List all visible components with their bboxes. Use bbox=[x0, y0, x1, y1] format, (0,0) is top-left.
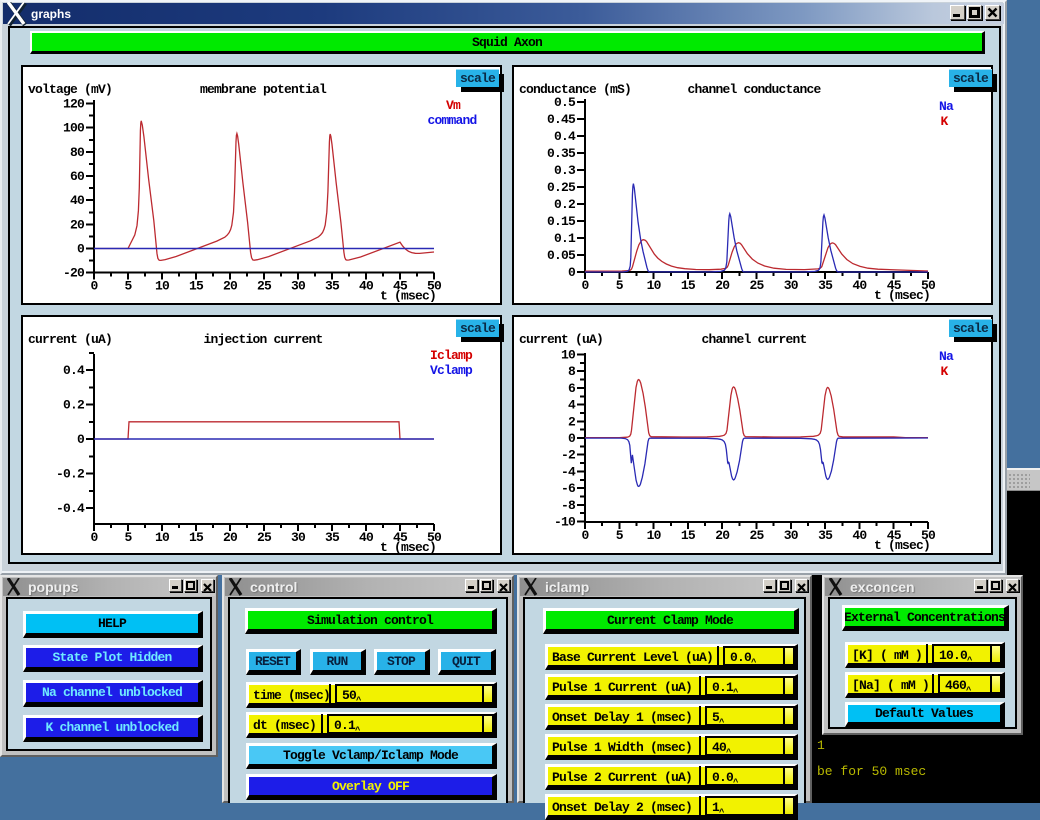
svg-text:10: 10 bbox=[561, 348, 576, 363]
svg-text:35: 35 bbox=[325, 530, 340, 545]
svg-text:0.05: 0.05 bbox=[547, 248, 576, 263]
svg-text:15: 15 bbox=[681, 528, 696, 543]
svg-text:60: 60 bbox=[70, 169, 85, 184]
svg-text:40: 40 bbox=[359, 530, 374, 545]
svg-text:10: 10 bbox=[155, 530, 170, 545]
svg-text:40: 40 bbox=[852, 278, 867, 293]
svg-text:t (msec): t (msec) bbox=[874, 538, 930, 553]
svg-text:command: command bbox=[427, 113, 476, 128]
svg-text:4: 4 bbox=[568, 398, 576, 413]
svg-text:0: 0 bbox=[568, 265, 576, 280]
svg-text:15: 15 bbox=[189, 279, 204, 294]
svg-text:Iclamp: Iclamp bbox=[430, 348, 473, 363]
svg-text:5: 5 bbox=[616, 528, 624, 543]
svg-text:Na: Na bbox=[939, 99, 954, 114]
svg-text:Vclamp: Vclamp bbox=[430, 363, 473, 378]
svg-text:35: 35 bbox=[818, 528, 833, 543]
svg-text:80: 80 bbox=[70, 145, 85, 160]
svg-text:6: 6 bbox=[568, 381, 576, 396]
svg-text:20: 20 bbox=[223, 530, 238, 545]
svg-text:t (msec): t (msec) bbox=[874, 288, 930, 303]
svg-text:-10: -10 bbox=[554, 515, 576, 530]
svg-text:0.25: 0.25 bbox=[547, 180, 576, 195]
svg-text:30: 30 bbox=[784, 528, 799, 543]
svg-text:40: 40 bbox=[70, 193, 85, 208]
svg-text:40: 40 bbox=[359, 279, 374, 294]
svg-text:t (msec): t (msec) bbox=[380, 289, 436, 304]
svg-text:10: 10 bbox=[647, 278, 662, 293]
svg-text:8: 8 bbox=[568, 364, 576, 379]
svg-text:0.3: 0.3 bbox=[554, 163, 576, 178]
svg-text:5: 5 bbox=[124, 530, 132, 545]
svg-text:0.2: 0.2 bbox=[63, 398, 85, 413]
svg-text:25: 25 bbox=[749, 278, 764, 293]
svg-text:0.15: 0.15 bbox=[547, 214, 576, 229]
svg-text:30: 30 bbox=[291, 279, 306, 294]
svg-text:5: 5 bbox=[616, 278, 624, 293]
svg-text:conductance (mS): conductance (mS) bbox=[519, 82, 631, 97]
svg-text:25: 25 bbox=[749, 528, 764, 543]
svg-text:0.2: 0.2 bbox=[554, 197, 576, 212]
svg-text:2: 2 bbox=[568, 414, 576, 429]
svg-text:10: 10 bbox=[647, 528, 662, 543]
svg-text:voltage (mV): voltage (mV) bbox=[28, 82, 112, 97]
svg-text:35: 35 bbox=[325, 279, 340, 294]
svg-text:25: 25 bbox=[257, 279, 272, 294]
svg-text:25: 25 bbox=[257, 530, 272, 545]
svg-text:15: 15 bbox=[189, 530, 204, 545]
svg-text:20: 20 bbox=[715, 528, 730, 543]
svg-text:0: 0 bbox=[581, 528, 589, 543]
svg-text:current (uA): current (uA) bbox=[519, 332, 603, 347]
svg-text:0.4: 0.4 bbox=[554, 129, 576, 144]
svg-text:K: K bbox=[940, 114, 948, 129]
svg-text:20: 20 bbox=[70, 217, 85, 232]
svg-text:Vm: Vm bbox=[446, 98, 461, 113]
svg-text:0: 0 bbox=[568, 431, 576, 446]
svg-text:-0.2: -0.2 bbox=[56, 467, 85, 482]
svg-text:current (uA): current (uA) bbox=[28, 332, 112, 347]
svg-text:30: 30 bbox=[784, 278, 799, 293]
svg-text:0: 0 bbox=[77, 242, 85, 257]
svg-text:injection current: injection current bbox=[203, 332, 322, 347]
svg-text:t (msec): t (msec) bbox=[380, 540, 436, 555]
svg-text:0: 0 bbox=[90, 530, 98, 545]
svg-text:30: 30 bbox=[291, 530, 306, 545]
svg-text:0.1: 0.1 bbox=[554, 231, 576, 246]
svg-text:0.45: 0.45 bbox=[547, 112, 576, 127]
svg-text:20: 20 bbox=[223, 279, 238, 294]
svg-text:40: 40 bbox=[852, 528, 867, 543]
svg-text:-4: -4 bbox=[561, 464, 576, 479]
svg-text:-8: -8 bbox=[561, 498, 576, 513]
svg-text:-6: -6 bbox=[561, 481, 576, 496]
svg-text:120: 120 bbox=[63, 97, 85, 112]
svg-text:100: 100 bbox=[63, 121, 85, 136]
svg-text:0: 0 bbox=[581, 278, 589, 293]
svg-text:20: 20 bbox=[715, 278, 730, 293]
svg-text:-2: -2 bbox=[561, 448, 576, 463]
svg-text:0: 0 bbox=[90, 279, 98, 294]
svg-text:15: 15 bbox=[681, 278, 696, 293]
svg-text:0.35: 0.35 bbox=[547, 146, 576, 161]
svg-text:0.5: 0.5 bbox=[554, 95, 576, 110]
svg-text:K: K bbox=[940, 364, 948, 379]
svg-text:channel conductance: channel conductance bbox=[687, 82, 821, 97]
svg-text:Na: Na bbox=[939, 349, 954, 364]
svg-text:10: 10 bbox=[155, 279, 170, 294]
svg-text:membrane potential: membrane potential bbox=[200, 82, 327, 97]
svg-text:0.4: 0.4 bbox=[63, 363, 85, 378]
svg-text:0: 0 bbox=[77, 432, 85, 447]
svg-text:channel current: channel current bbox=[701, 332, 806, 347]
svg-text:-0.4: -0.4 bbox=[56, 501, 85, 516]
svg-text:5: 5 bbox=[124, 279, 132, 294]
svg-text:35: 35 bbox=[818, 278, 833, 293]
svg-text:-20: -20 bbox=[63, 266, 85, 281]
